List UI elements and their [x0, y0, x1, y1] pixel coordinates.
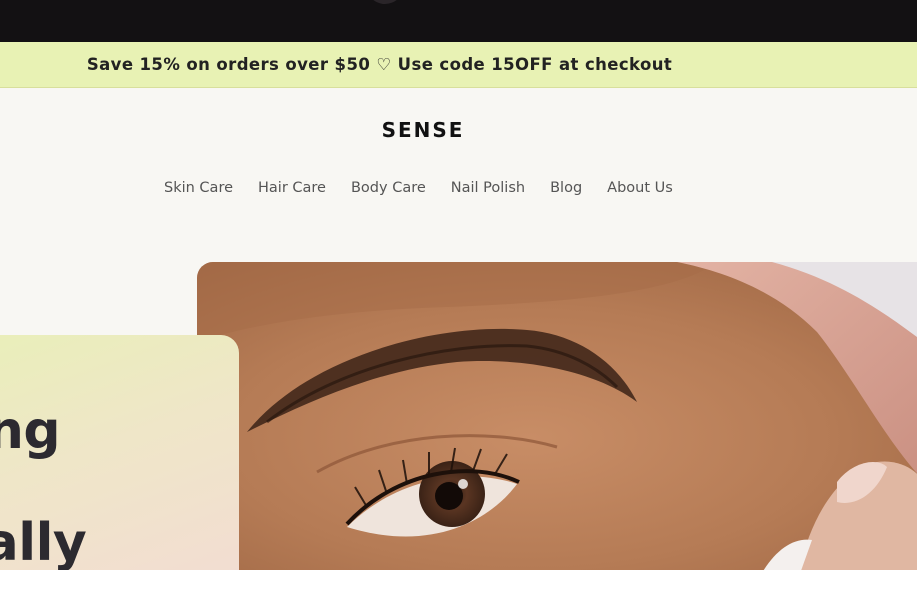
promo-text: Save 15% on orders over $50 ♡ Use code 1… [86, 55, 673, 74]
site-header: SENSE Skin Care Hair Care Body Care Nail… [0, 88, 917, 570]
brand-logo[interactable]: SENSE [0, 118, 846, 142]
nav-item-about-us[interactable]: About Us [607, 180, 673, 196]
close-up-eye-photo-icon [197, 262, 917, 570]
hero-image [197, 262, 917, 570]
browser-top-bar [0, 0, 917, 42]
nav-item-blog[interactable]: Blog [550, 180, 582, 196]
nav-item-body-care[interactable]: Body Care [351, 180, 426, 196]
nav-item-nail-polish[interactable]: Nail Polish [451, 180, 525, 196]
nav-item-skin-care[interactable]: Skin Care [164, 180, 233, 196]
hero-text-card: wing n, urally [0, 335, 239, 570]
hero-heading: wing n, urally [0, 401, 87, 570]
promo-banner: Save 15% on orders over $50 ♡ Use code 1… [0, 42, 917, 88]
notch-shape [366, 0, 404, 4]
page-bottom-area [0, 570, 917, 609]
main-nav: Skin Care Hair Care Body Care Nail Polis… [164, 180, 698, 196]
nav-item-hair-care[interactable]: Hair Care [258, 180, 326, 196]
